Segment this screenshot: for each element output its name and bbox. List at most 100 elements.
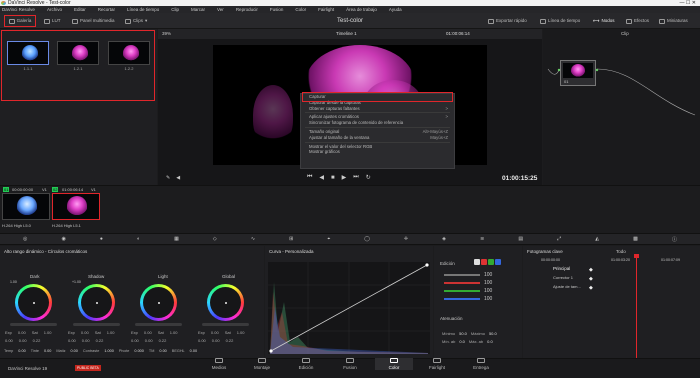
mute-icon[interactable]: ◀	[176, 175, 180, 181]
first-frame-icon[interactable]: ⏮	[307, 174, 312, 181]
context-menu-item[interactable]: Obtener capturas faltantes >	[301, 106, 454, 112]
page-cut[interactable]: Montaje	[247, 358, 277, 370]
scopes-icon[interactable]: ▩	[633, 236, 638, 242]
curve-graph[interactable]	[268, 262, 430, 354]
gallery-still[interactable]	[108, 41, 150, 65]
page-fairlight[interactable]: Fairlight	[422, 358, 452, 370]
channel-sliders: 100 100 100 100	[444, 271, 504, 303]
wheel-value: 1.00	[10, 280, 17, 284]
timeline-name[interactable]: Timeline 1	[336, 31, 357, 36]
clip-thumbnail[interactable]	[2, 193, 50, 220]
red-chip[interactable]	[481, 259, 487, 265]
primaries-bottom-row: Temp 0.00 Tinte 0.00 Matiz 0.00 Contraste 1.…	[4, 349, 198, 353]
menu-item[interactable]: Línea de tiempo	[127, 6, 159, 13]
channel-row[interactable]: 100	[444, 287, 504, 295]
color-warper-icon[interactable]: ⊞	[289, 236, 293, 242]
curve-edit-panel: Edición 100 100 100 100 Atenuación Mínim…	[434, 246, 522, 358]
effects-button[interactable]: Efectos	[626, 17, 649, 25]
key-icon[interactable]: ▤	[518, 236, 523, 242]
lut-button[interactable]: LUT	[44, 17, 61, 25]
reverse-play-icon[interactable]: ◀	[319, 174, 324, 181]
keyframe-marker[interactable]: ◆	[589, 285, 593, 291]
gallery-button[interactable]: Galería	[4, 15, 36, 27]
blur-icon[interactable]: ≋	[480, 236, 484, 242]
page-media[interactable]: Medios	[204, 358, 234, 370]
timeline-button[interactable]: Línea de tiempo	[540, 17, 580, 25]
motion-effects-icon[interactable]: ◇	[213, 236, 217, 242]
menu-item[interactable]: Clip	[171, 6, 179, 13]
playhead-handle[interactable]	[634, 254, 639, 258]
tracker-icon[interactable]: ✛	[404, 236, 408, 242]
clip-thumbnail-selected[interactable]	[52, 193, 100, 220]
wheel-master-slider[interactable]	[10, 323, 57, 326]
kf-row-corrector[interactable]: Corrector 1	[553, 275, 573, 280]
kf-row-principal[interactable]: Principal	[553, 266, 583, 274]
page-fusion[interactable]: Fusion	[335, 358, 365, 370]
rgb-values-row: 0.00 0.00 0.22	[131, 338, 167, 343]
page-color-active[interactable]: Color	[375, 358, 413, 370]
quick-export-button[interactable]: Exportar rápido	[488, 17, 527, 25]
wheel-master-slider[interactable]	[135, 323, 182, 326]
channel-row[interactable]: 100	[444, 271, 504, 279]
color-wheel[interactable]	[140, 284, 177, 321]
color-wheel[interactable]	[207, 284, 244, 321]
zoom-level[interactable]: 39%	[162, 31, 171, 36]
last-frame-icon[interactable]: ⏭	[353, 174, 358, 181]
menu-item[interactable]: Ver	[217, 6, 224, 13]
menu-item[interactable]: Editar	[74, 6, 86, 13]
curves-icon[interactable]: ∿	[251, 236, 255, 242]
loop-icon[interactable]: ↻	[366, 174, 371, 181]
menu-item[interactable]: Fairlight	[318, 6, 334, 13]
primaries-icon[interactable]: ●	[100, 236, 103, 242]
window-icon[interactable]: ◯	[364, 236, 370, 242]
channel-row[interactable]: 100	[444, 295, 504, 303]
stop-icon[interactable]: ■	[331, 175, 335, 181]
camera-raw-icon[interactable]: ◎	[23, 236, 27, 242]
clips-button[interactable]: Clips ▾	[125, 17, 147, 25]
keyframe-marker[interactable]: ◆	[589, 267, 593, 273]
keyframe-marker[interactable]: ◆	[589, 276, 593, 282]
menu-item[interactable]: Reproducir	[236, 6, 258, 13]
qualifier-icon[interactable]: ⌖	[327, 236, 330, 242]
channel-row[interactable]: 100	[444, 279, 504, 287]
link-chip[interactable]	[474, 259, 480, 265]
sizing-icon[interactable]: ⤢	[557, 236, 561, 242]
color-wheel[interactable]	[78, 284, 115, 321]
media-pool-button[interactable]: Panel multimedia	[72, 17, 115, 25]
magic-mask-icon[interactable]: ◈	[442, 236, 446, 242]
wheel-master-slider[interactable]	[73, 323, 120, 326]
menu-item[interactable]: Recortar	[98, 6, 115, 13]
keyframe-filter[interactable]: Todo	[616, 249, 626, 254]
menu-item[interactable]: Ayuda	[389, 6, 402, 13]
pen-icon[interactable]: ✎	[166, 175, 170, 181]
play-icon[interactable]: ▶	[342, 174, 347, 181]
nodes-button[interactable]: ⟷ Nodos	[593, 17, 614, 25]
project-title: Test-color	[337, 18, 364, 24]
rgb-mixer-icon[interactable]: ▦	[174, 236, 179, 242]
hdr-icon[interactable]: ◐	[137, 236, 140, 242]
context-menu-item[interactable]: Mostrar gráficos	[301, 149, 454, 155]
3d-icon[interactable]: ◭	[595, 236, 599, 242]
green-chip[interactable]	[488, 259, 494, 265]
wheel-name: Global	[222, 274, 236, 279]
menu-item[interactable]: Área de trabajo	[346, 6, 377, 13]
color-wheel[interactable]	[15, 284, 52, 321]
playhead[interactable]	[636, 255, 637, 358]
blue-chip[interactable]	[495, 259, 501, 265]
kf-row-resize[interactable]: Ajuste de tam...	[553, 284, 581, 289]
page-edit[interactable]: Edición	[291, 358, 321, 370]
color-match-icon[interactable]: ◉	[61, 236, 65, 242]
info-icon[interactable]: ⓘ	[672, 236, 677, 243]
context-menu-item[interactable]: Sincronizar fotograma de contenido de re…	[301, 120, 454, 126]
context-menu-item[interactable]: Ajustar al tamaño de la ventana Mayús+Z	[301, 135, 454, 141]
thumbnails-button[interactable]: Miniaturas	[659, 17, 688, 25]
menu-item[interactable]: DaVinci Resolve	[2, 6, 35, 13]
menu-item[interactable]: Color	[295, 6, 306, 13]
menu-item[interactable]: Fusion	[270, 6, 284, 13]
menu-item[interactable]: Marcar	[191, 6, 205, 13]
wheel-master-slider[interactable]	[202, 323, 249, 326]
gallery-still[interactable]	[57, 41, 99, 65]
menu-item[interactable]: Archivo	[47, 6, 62, 13]
page-deliver[interactable]: Entrega	[466, 358, 496, 370]
gallery-still[interactable]	[7, 41, 49, 65]
